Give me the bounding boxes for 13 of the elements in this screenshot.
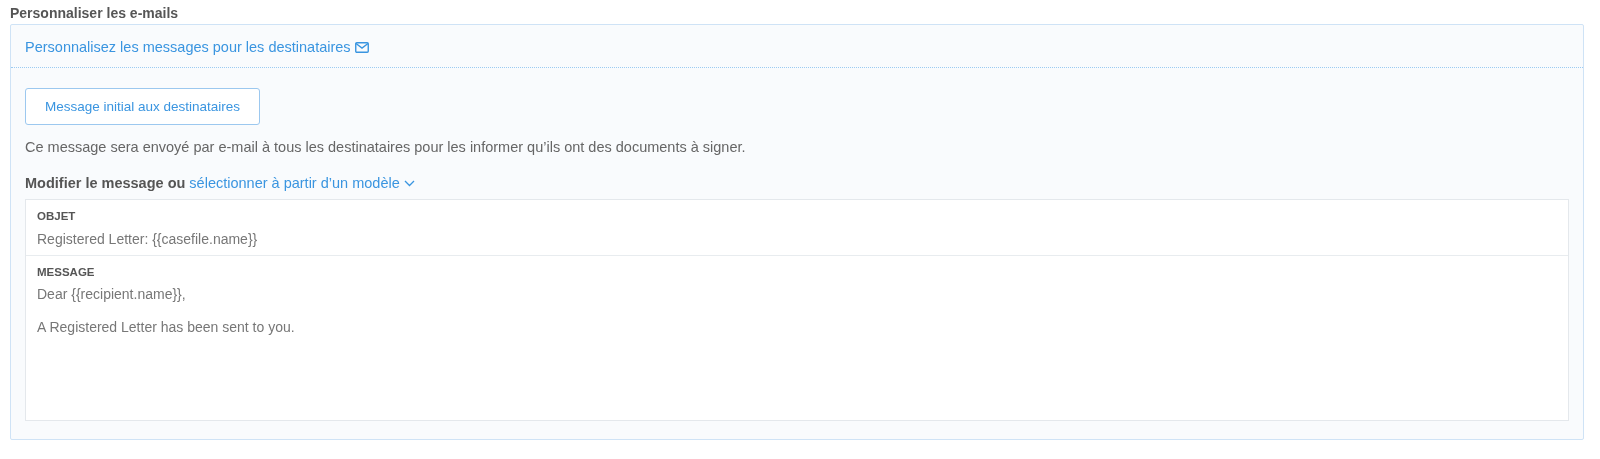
edit-prompt: Modifier le message ou <box>25 175 186 191</box>
subject-label: OBJET <box>37 210 76 222</box>
section-title: Personnaliser les e-mails <box>10 5 179 21</box>
envelope-icon <box>354 41 369 53</box>
description-text: Ce message sera envoyé par e-mail à tous les destinataires pour les informer qu’ils ont des documents à signer. <box>25 139 747 155</box>
chevron-down-icon <box>403 179 415 187</box>
message-label: MESSAGE <box>37 266 95 278</box>
message-line[interactable]: A Registered Letter has been sent to you. <box>37 319 1557 335</box>
message-tab[interactable]: Message initial aux destinataires <box>25 88 261 125</box>
template-link[interactable]: sélectionner à partir d’un modèle <box>189 175 400 191</box>
subject-field[interactable]: Registered Letter: {{casefile.name}} <box>37 231 1557 247</box>
message-line[interactable]: Dear {{recipient.name}}, <box>37 286 1557 302</box>
customize-link[interactable]: Personnalisez les messages pour les destinataires <box>25 39 351 55</box>
